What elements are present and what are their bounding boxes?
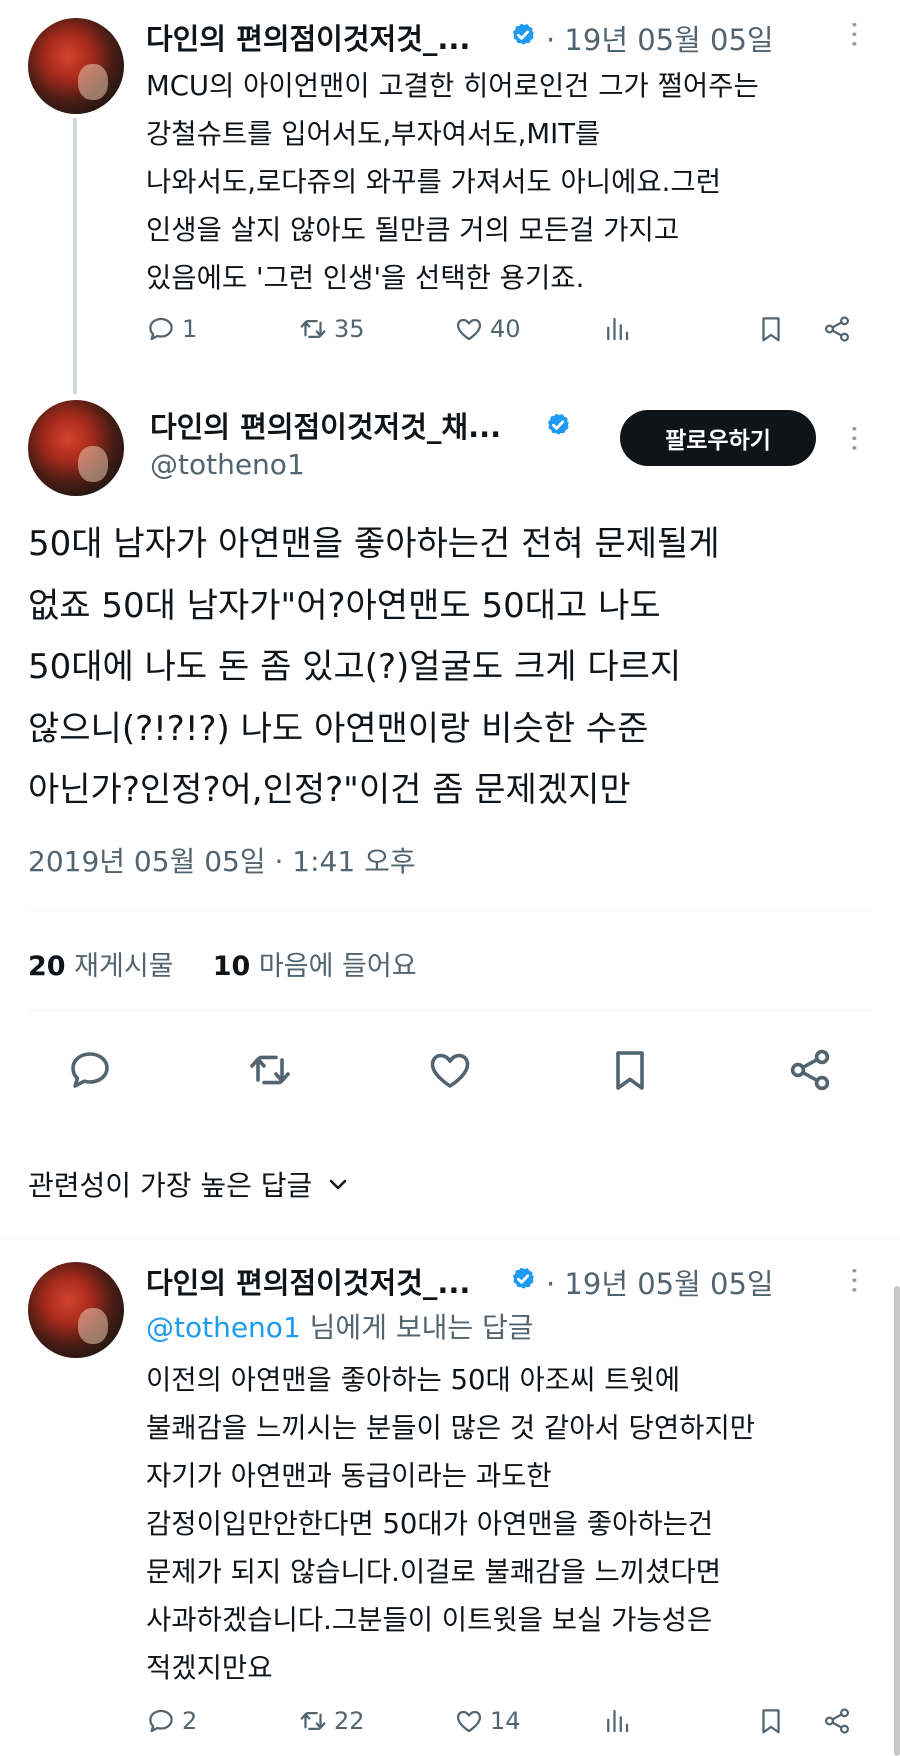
tweet-text-line: 나와서도,로다쥬의 와꾸를 가져서도 아니에요.그런 (146, 166, 722, 198)
avatar[interactable] (28, 400, 124, 496)
like-count: 40 (490, 315, 521, 343)
retweet-icon (298, 314, 328, 344)
divider (28, 1010, 872, 1011)
reply-count: 2 (182, 1707, 198, 1735)
retweet-stat-label: 재게시물 (74, 951, 174, 982)
like-stat-label: 마음에 들어요 (258, 951, 417, 982)
reply-to-handle[interactable]: @totheno1 (146, 1311, 301, 1344)
reply-icon[interactable] (66, 1046, 114, 1094)
more-icon[interactable]: ··· (836, 20, 871, 49)
views-button[interactable] (602, 314, 632, 344)
tweet-text-line: 있음에도 '그런 인생'을 선택한 용기죠. (146, 262, 585, 294)
heart-icon (454, 1706, 484, 1736)
tweet-text-line: 50대에 나도 돈 좀 있고(?)얼굴도 크게 다르지 (28, 647, 682, 687)
bookmark-icon (756, 1706, 786, 1736)
tweet-text-line: 50대 남자가 아연맨을 좋아하는건 전혀 문제될게 (28, 524, 720, 564)
tweet-text-line: 강철슈트를 입어서도,부자여서도,MIT를 (146, 118, 601, 150)
avatar[interactable] (28, 18, 124, 114)
retweet-icon (298, 1706, 328, 1736)
reply-icon (146, 314, 176, 344)
like-button[interactable]: 40 (454, 314, 521, 344)
bookmark-icon (756, 314, 786, 344)
tweet-date[interactable]: · 19년 05월 05일 (546, 1261, 774, 1303)
divider (0, 1238, 900, 1239)
thread-connector-line (73, 118, 77, 394)
tweet-text-line: 문제가 되지 않습니다.이걸로 불쾌감을 느끼셨다면 (146, 1556, 722, 1588)
reply-sort-label: 관련성이 가장 높은 답글 (28, 1169, 313, 1202)
tweet-text-line: 감정이입만안한다면 50대가 아연맨을 좋아하는건 (146, 1508, 714, 1540)
like-count: 14 (490, 1707, 521, 1735)
reply-sort-dropdown[interactable]: 관련성이 가장 높은 답글 (28, 1164, 350, 1204)
retweet-stat-count: 20 (28, 951, 66, 982)
engagement-stats: 20 재게시물 10 마음에 들어요 (28, 944, 417, 983)
retweet-count: 35 (334, 315, 365, 343)
more-icon[interactable]: ··· (836, 1266, 871, 1295)
reply-to: @totheno1 님에게 보내는 답글 (146, 1306, 534, 1346)
heart-icon (454, 314, 484, 344)
chevron-down-icon (330, 1179, 347, 1190)
retweet-button[interactable]: 22 (298, 1706, 365, 1736)
display-name[interactable]: 다인의 편의점이것저것_채... (150, 404, 501, 446)
like-stat-count: 10 (212, 951, 251, 982)
tweet-timestamp[interactable]: 2019년 05월 05일 · 1:41 오후 (28, 840, 416, 880)
tweet-text-line: 않으니(?!?!?) 나도 아연맨이랑 비슷한 수준 (28, 708, 649, 749)
reply-count: 1 (182, 315, 198, 343)
retweet-button[interactable]: 35 (298, 314, 365, 344)
verified-badge-icon (543, 410, 573, 440)
reply-button[interactable]: 2 (146, 1706, 197, 1736)
share-button[interactable] (822, 1706, 852, 1736)
reply-to-suffix: 님에게 보내는 답글 (309, 1311, 534, 1344)
tweet-text: 이전의 아연맨을 좋아하는 50대 아조씨 트윗에 불쾌감을 느끼시는 분들이 … (146, 1356, 755, 1692)
tweet-text: 50대 남자가 아연맨을 좋아하는건 전혀 문제될게 없죠 50대 남자가"어?… (28, 514, 720, 822)
bookmark-icon[interactable] (606, 1046, 654, 1094)
avatar[interactable] (28, 1262, 124, 1358)
verified-badge-icon (508, 1264, 538, 1294)
tweet-text-line: 자기가 아연맨과 동급이라는 과도한 (146, 1460, 552, 1492)
reply-button[interactable]: 1 (146, 314, 197, 344)
tweet-text-line: 없죠 50대 남자가"어?아연맨도 50대고 나도 (28, 585, 661, 626)
more-icon[interactable]: ··· (836, 424, 871, 453)
retweet-stat[interactable]: 20 재게시물 (28, 951, 182, 982)
bookmark-button[interactable] (756, 1706, 786, 1736)
heart-icon[interactable] (426, 1046, 474, 1094)
divider (28, 910, 872, 911)
share-button[interactable] (822, 314, 852, 344)
views-icon (602, 1706, 632, 1736)
scrollbar[interactable] (894, 1286, 900, 1756)
bookmark-button[interactable] (756, 314, 786, 344)
share-icon (822, 314, 852, 344)
tweet-text-line: MCU의 아이언맨이 고결한 히어로인건 그가 쩔어주는 (146, 70, 759, 102)
tweet-text: MCU의 아이언맨이 고결한 히어로인건 그가 쩔어주는 강철슈트를 입어서도,… (146, 62, 759, 302)
share-icon[interactable] (786, 1046, 834, 1094)
tweet-text-line: 사과하겠습니다.그분들이 이트윗을 보실 가능성은 (146, 1604, 713, 1636)
tweet-text-line: 이전의 아연맨을 좋아하는 50대 아조씨 트윗에 (146, 1364, 681, 1396)
display-name[interactable]: 다인의 편의점이것저것_... (146, 1260, 470, 1302)
display-name[interactable]: 다인의 편의점이것저것_... (146, 16, 470, 58)
share-icon (822, 1706, 852, 1736)
tweet-text-line: 인생을 살지 않아도 될만큼 거의 모든걸 가지고 (146, 214, 680, 246)
like-stat[interactable]: 10 마음에 들어요 (213, 951, 417, 982)
like-button[interactable]: 14 (454, 1706, 521, 1736)
tweet-text-line: 적겠지만요 (146, 1652, 273, 1684)
verified-badge-icon (508, 20, 538, 50)
retweet-icon[interactable] (246, 1046, 294, 1094)
tweet-text-line: 불쾌감을 느끼시는 분들이 많은 것 같아서 당연하지만 (146, 1412, 756, 1444)
views-icon (602, 314, 632, 344)
tweet-date[interactable]: · 19년 05월 05일 (546, 17, 774, 59)
user-handle[interactable]: @totheno1 (150, 448, 305, 481)
reply-icon (146, 1706, 176, 1736)
tweet-text-line: 아닌가?인정?어,인정?"이건 좀 문제겠지만 (28, 770, 631, 810)
follow-button[interactable]: 팔로우하기 (620, 410, 816, 466)
views-button[interactable] (602, 1706, 632, 1736)
retweet-count: 22 (334, 1707, 365, 1735)
